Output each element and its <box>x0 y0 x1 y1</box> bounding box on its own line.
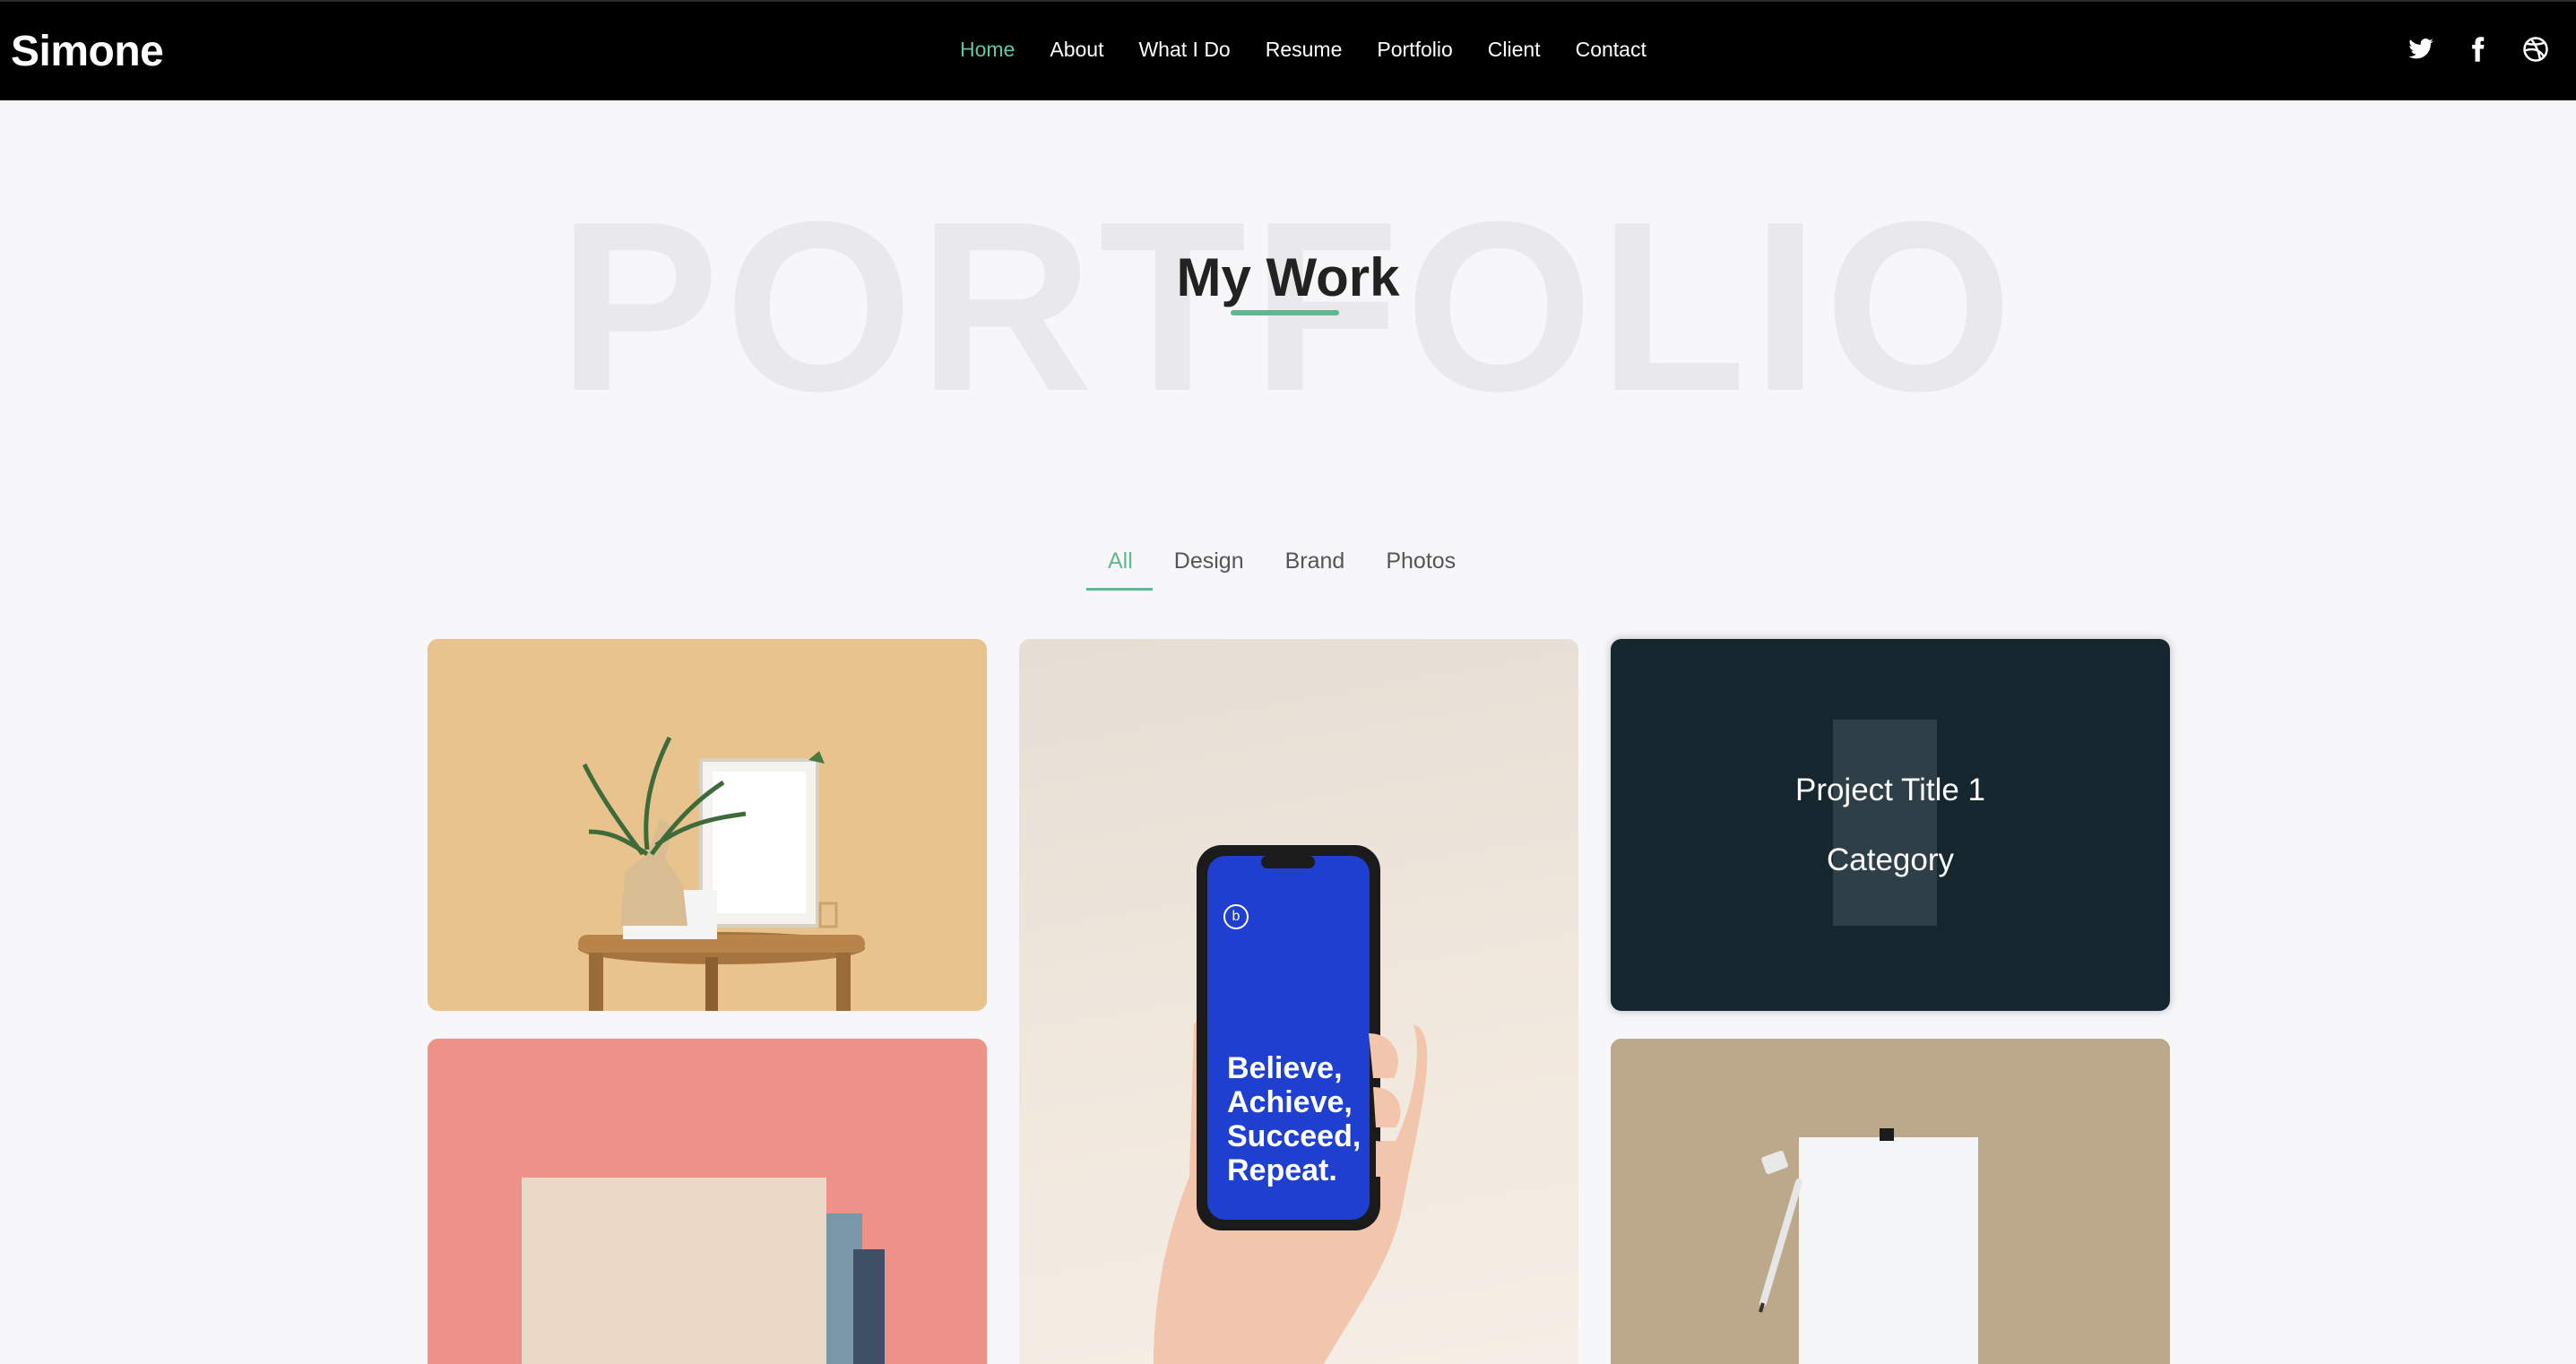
main-menu: Home About What I Do Resume Portfolio Cl… <box>960 38 1681 62</box>
top-navbar: Simone Home About What I Do Resume Portf… <box>0 0 2576 100</box>
project-hover-overlay: Project Title 1 Category <box>1611 639 2170 1011</box>
phone-logo-icon: b <box>1223 904 1249 929</box>
project-title[interactable]: Project Title 1 <box>1795 755 1985 825</box>
nav-about[interactable]: About <box>1050 38 1103 62</box>
brand-logo[interactable]: Simone <box>11 27 164 76</box>
portfolio-item-phone[interactable]: b Believe, Achieve, Succeed, Repeat. <box>1019 639 1578 1364</box>
section-title: My Work <box>1176 247 1400 307</box>
twitter-icon[interactable] <box>2407 36 2434 63</box>
project-category: Category <box>1826 842 1955 877</box>
phone-text-line: Succeed, <box>1227 1119 1361 1153</box>
nav-client[interactable]: Client <box>1488 38 1541 62</box>
phone-screen-text: Believe, Achieve, Succeed, Repeat. <box>1227 1051 1361 1187</box>
kraft-paper-image <box>1611 1039 2170 1364</box>
portfolio-item-pink-paper[interactable] <box>428 1039 987 1364</box>
social-links <box>2407 36 2549 63</box>
phone-text-line: Believe, <box>1227 1051 1343 1085</box>
portfolio-item-project-1[interactable]: Project Title 1 Category <box>1611 639 2170 1011</box>
portfolio-filters: All Design Brand Photos <box>1086 548 1475 591</box>
plant-frame-image <box>428 639 987 1011</box>
dribbble-icon[interactable] <box>2522 36 2549 63</box>
title-underline <box>1231 310 1339 315</box>
nav-what-i-do[interactable]: What I Do <box>1138 38 1230 62</box>
portfolio-item-kraft-paper[interactable] <box>1611 1039 2170 1364</box>
nav-home[interactable]: Home <box>960 38 1015 62</box>
nav-contact[interactable]: Contact <box>1576 38 1647 62</box>
facebook-icon[interactable] <box>2465 36 2492 63</box>
portfolio-item-plant-frame[interactable] <box>428 639 987 1011</box>
filter-brand[interactable]: Brand <box>1264 548 1365 591</box>
phone-image <box>1154 845 1428 1364</box>
phone-text-line: Repeat. <box>1227 1153 1337 1187</box>
filter-photos[interactable]: Photos <box>1364 548 1475 591</box>
pink-paper-image <box>428 1039 987 1364</box>
filter-design[interactable]: Design <box>1153 548 1264 591</box>
phone-text-line: Achieve, <box>1227 1085 1353 1119</box>
filter-all[interactable]: All <box>1086 548 1153 591</box>
nav-portfolio[interactable]: Portfolio <box>1377 38 1452 62</box>
nav-resume[interactable]: Resume <box>1266 38 1343 62</box>
